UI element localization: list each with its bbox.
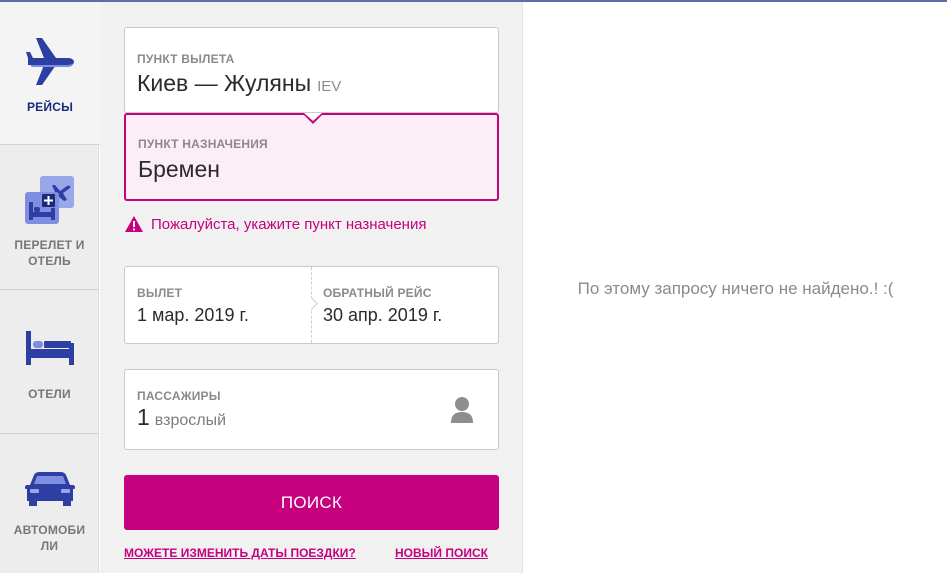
change-dates-link[interactable]: МОЖЕТЕ ИЗМЕНИТЬ ДАТЫ ПОЕЗДКИ? [124, 546, 356, 560]
destination-field[interactable]: ПУНКТ НАЗНАЧЕНИЯ Бремен [124, 113, 499, 201]
flight-hotel-icon [23, 174, 77, 231]
person-icon [450, 396, 474, 429]
error-text: Пожалуйста, укажите пункт назначения [151, 215, 427, 233]
search-form: ПУНКТ ВЫЛЕТА Киев — Жуляны IEV ПУНКТ НАЗН… [100, 2, 523, 573]
departure-date-field[interactable]: ВЫЛЕТ 1 мар. 2019 г. [125, 267, 311, 343]
destination-value: Бремен [138, 156, 220, 182]
tab-cars-label: АВТОМОБИ ЛИ [13, 523, 86, 553]
tab-flights[interactable]: РЕЙСЫ [0, 2, 100, 145]
tab-flight-hotel-label: ПЕРЕЛЕТ И ОТЕЛЬ [14, 238, 85, 268]
departure-value: 1 мар. 2019 г. [137, 305, 249, 325]
warning-icon [124, 215, 144, 233]
return-label: ОБРАТНЫЙ РЕЙС [323, 286, 432, 300]
field-pointer-inner [304, 113, 322, 121]
tab-hotels[interactable]: ОТЕЛИ [0, 291, 99, 434]
origin-label: ПУНКТ ВЫЛЕТА [137, 52, 235, 66]
tab-cars[interactable]: АВТОМОБИ ЛИ [0, 435, 99, 573]
passengers-unit: взрослый [154, 412, 227, 429]
tab-flight-hotel[interactable]: ПЕРЕЛЕТ И ОТЕЛЬ [0, 146, 99, 290]
departure-label: ВЫЛЕТ [137, 286, 183, 300]
passengers-field[interactable]: ПАССАЖИРЫ 1 взрослый [124, 369, 499, 450]
tab-flights-label: РЕЙСЫ [26, 100, 74, 114]
passengers-value: 1 взрослый [137, 404, 226, 431]
passengers-count: 1 [137, 404, 150, 430]
product-tab-rail: РЕЙСЫ ПЕРЕЛЕТ И ОТЕЛЬ ОТЕЛИ АВТОМОБИ ЛИ [0, 2, 100, 573]
airplane-icon [24, 34, 76, 91]
car-icon [24, 471, 76, 512]
origin-airport-code: IEV [317, 78, 342, 95]
return-value: 30 апр. 2019 г. [323, 305, 443, 325]
destination-error: Пожалуйста, укажите пункт назначения [124, 213, 426, 235]
no-results-message: По этому запросу ничего не найдено.! :( [577, 279, 894, 298]
origin-field[interactable]: ПУНКТ ВЫЛЕТА Киев — Жуляны IEV [124, 27, 499, 113]
passengers-label: ПАССАЖИРЫ [137, 389, 221, 403]
search-button[interactable]: ПОИСК [124, 475, 499, 530]
origin-city: Киев — Жуляны [137, 70, 312, 96]
dates-field: ВЫЛЕТ 1 мар. 2019 г. ОБРАТНЫЙ РЕЙС 30 ап… [124, 266, 499, 344]
tab-hotels-label: ОТЕЛИ [28, 387, 71, 401]
destination-label: ПУНКТ НАЗНАЧЕНИЯ [138, 137, 268, 151]
return-date-field[interactable]: ОБРАТНЫЙ РЕЙС 30 апр. 2019 г. [311, 267, 498, 343]
origin-value: Киев — Жуляны IEV [137, 70, 341, 97]
new-search-link[interactable]: НОВЫЙ ПОИСК [395, 546, 488, 560]
bed-icon [25, 329, 75, 372]
